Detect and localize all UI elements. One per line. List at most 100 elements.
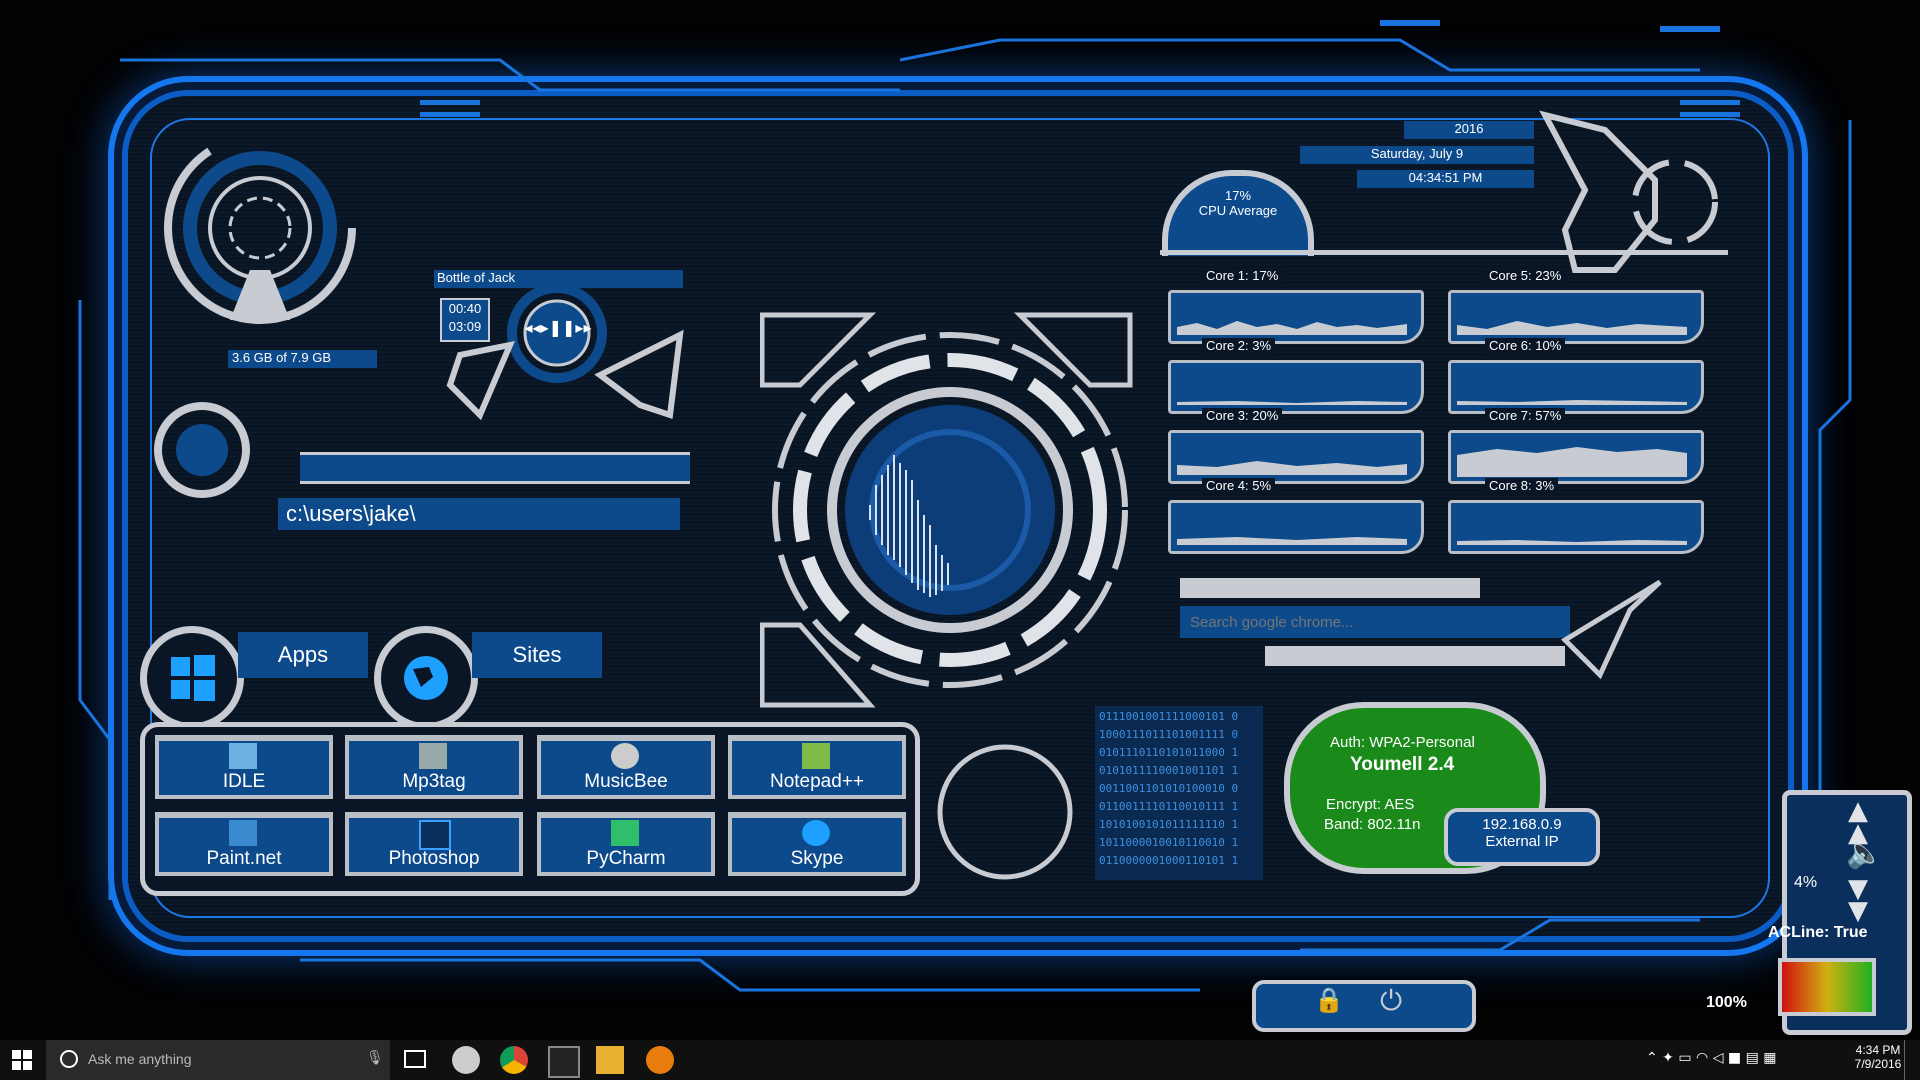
search-bottom-bar [1265,646,1565,666]
cortana-placeholder: Ask me anything [88,1051,192,1067]
taskbar: Ask me anything 🎙 ⌃ ✦ ▭ ◠ ◁ ■ ▤ ▦ 4:34 P… [0,1040,1920,1080]
windows-start-button[interactable] [140,626,244,730]
wifi-encrypt: Encrypt: AES [1326,796,1415,813]
app-label: Photoshop [388,848,480,869]
app-label: PyCharm [586,848,666,869]
core-4-graph [1168,500,1424,554]
musicbee-icon [611,743,639,769]
idle-icon [229,743,257,769]
task-view-icon[interactable] [404,1050,426,1068]
taskbar-time: 4:34 PM [1855,1043,1901,1057]
windows-logo-icon [171,655,215,701]
lock-icon[interactable]: 🔒 [1314,986,1344,1014]
cpu-average-value: 17% [1224,188,1252,203]
binary-line: 1010100101011111110 1 [1099,818,1239,831]
search-top-bar [1180,578,1480,598]
app-pycharm-button[interactable]: PyCharm [537,812,715,876]
external-ip-panel: 192.168.0.9 External IP [1444,808,1600,866]
cpu-average-label: CPU Average [1198,203,1278,218]
app-label: MusicBee [584,771,668,792]
console-bar [300,452,690,484]
musicbee-icon[interactable] [452,1046,480,1074]
app-notepadpp-button[interactable]: Notepad++ [728,735,906,799]
core-8-graph [1448,500,1704,554]
volume-down-icon[interactable]: ▼ ▼ [1848,876,1868,924]
skype-icon [802,820,830,846]
core-5-label: Core 5: 23% [1485,268,1566,283]
binary-line: 0110000001000110101 1 [1099,854,1239,867]
central-reactor-visualizer [760,312,1133,708]
core-7-label: Core 7: 57% [1485,408,1566,423]
next-icon[interactable]: ▸▸ [575,318,591,337]
clock-year: 2016 [1404,121,1534,139]
windows-icon [12,1050,32,1070]
binary-stream: 0111001001111000101 0 100011101110100111… [1095,706,1263,880]
cortana-search-box[interactable]: Ask me anything 🎙 [46,1040,390,1080]
core-3-label: Core 3: 20% [1202,408,1283,423]
core-6-label: Core 6: 10% [1485,338,1566,353]
globe-icon [404,656,448,700]
core-2-label: Core 2: 3% [1202,338,1276,353]
chrome-icon[interactable] [500,1046,528,1074]
volume-level: 4% [1794,874,1818,891]
terminal-icon[interactable] [548,1046,580,1078]
app-idle-button[interactable]: IDLE [155,735,333,799]
ring-widget [154,402,250,498]
core-1-label: Core 1: 17% [1202,268,1283,283]
mp3tag-icon [419,743,447,769]
battery-charge: 100% [1706,994,1747,1011]
previous-icon[interactable]: ◂◂ [525,318,541,337]
taskbar-clock[interactable]: 4:34 PM 7/9/2016 [1848,1043,1908,1071]
system-tray-icons[interactable]: ⌃ ✦ ▭ ◠ ◁ ■ ▤ ▦ [1646,1050,1777,1066]
core-6-graph [1448,360,1704,414]
sites-globe-button[interactable] [374,626,478,730]
binary-line: 0011001101010100010 0 [1099,782,1239,795]
desktop: 3.6 GB of 7.9 GB Bottle of Jack 00:40 03… [0,0,1920,1040]
app-label: IDLE [222,771,266,792]
binary-ring [937,744,1073,880]
memory-label: 3.6 GB of 7.9 GB [228,350,377,368]
app-paintnet-button[interactable]: Paint.net [155,812,333,876]
power-icon[interactable]: ⏻ [1380,984,1402,1018]
core-8-label: Core 8: 3% [1485,478,1559,493]
show-desktop-button[interactable] [1904,1040,1911,1080]
file-explorer-icon[interactable] [596,1046,624,1074]
core-4-label: Core 4: 5% [1202,478,1276,493]
app-label: Skype [790,848,844,869]
binary-line: 1011000010010110010 1 [1099,836,1239,849]
app-label: Paint.net [206,848,282,869]
cortana-icon [60,1050,78,1068]
wifi-band: Band: 802.11n [1324,816,1421,833]
core-1-graph [1168,290,1424,344]
app-skype-button[interactable]: Skype [728,812,906,876]
binary-line: 0101011110001001101 1 [1099,764,1239,777]
app-photoshop-button[interactable]: Photoshop [345,812,523,876]
notepadpp-icon [802,743,830,769]
playback-controls[interactable]: ◂◂▸❚❚▸▸ [523,318,593,344]
start-button[interactable] [12,1050,32,1074]
wifi-ssid: Youmell 2.4 [1350,754,1455,775]
binary-line: 0101110110101011000 1 [1099,746,1239,759]
microphone-icon[interactable]: 🎙 [366,1050,384,1066]
paintnet-icon [229,820,257,846]
sites-button[interactable]: Sites [472,632,602,678]
app-mp3tag-button[interactable]: Mp3tag [345,735,523,799]
clock-time: 04:34:51 PM [1357,170,1534,188]
binary-line: 1000111011101001111 0 [1099,728,1239,741]
core-7-graph [1448,430,1704,484]
acline-status: ACLine: True [1768,924,1868,941]
apps-button[interactable]: Apps [238,632,368,678]
cpu-divider [1160,250,1728,255]
binary-line: 0111001001111000101 0 [1099,710,1239,723]
pycharm-icon [611,820,639,846]
memory-gauge [164,132,356,324]
console-path-input[interactable]: c:\users\jake\ [278,498,680,530]
search-blade-decoration [1560,580,1662,680]
core-3-graph [1168,430,1424,484]
app-musicbee-button[interactable]: MusicBee [537,735,715,799]
blender-icon[interactable] [646,1046,674,1074]
play-pause-icon[interactable]: ▸❚❚ [541,318,576,337]
google-search-input[interactable] [1180,606,1570,638]
binary-line: 0110011110110010111 1 [1099,800,1239,813]
photoshop-icon [419,820,451,850]
